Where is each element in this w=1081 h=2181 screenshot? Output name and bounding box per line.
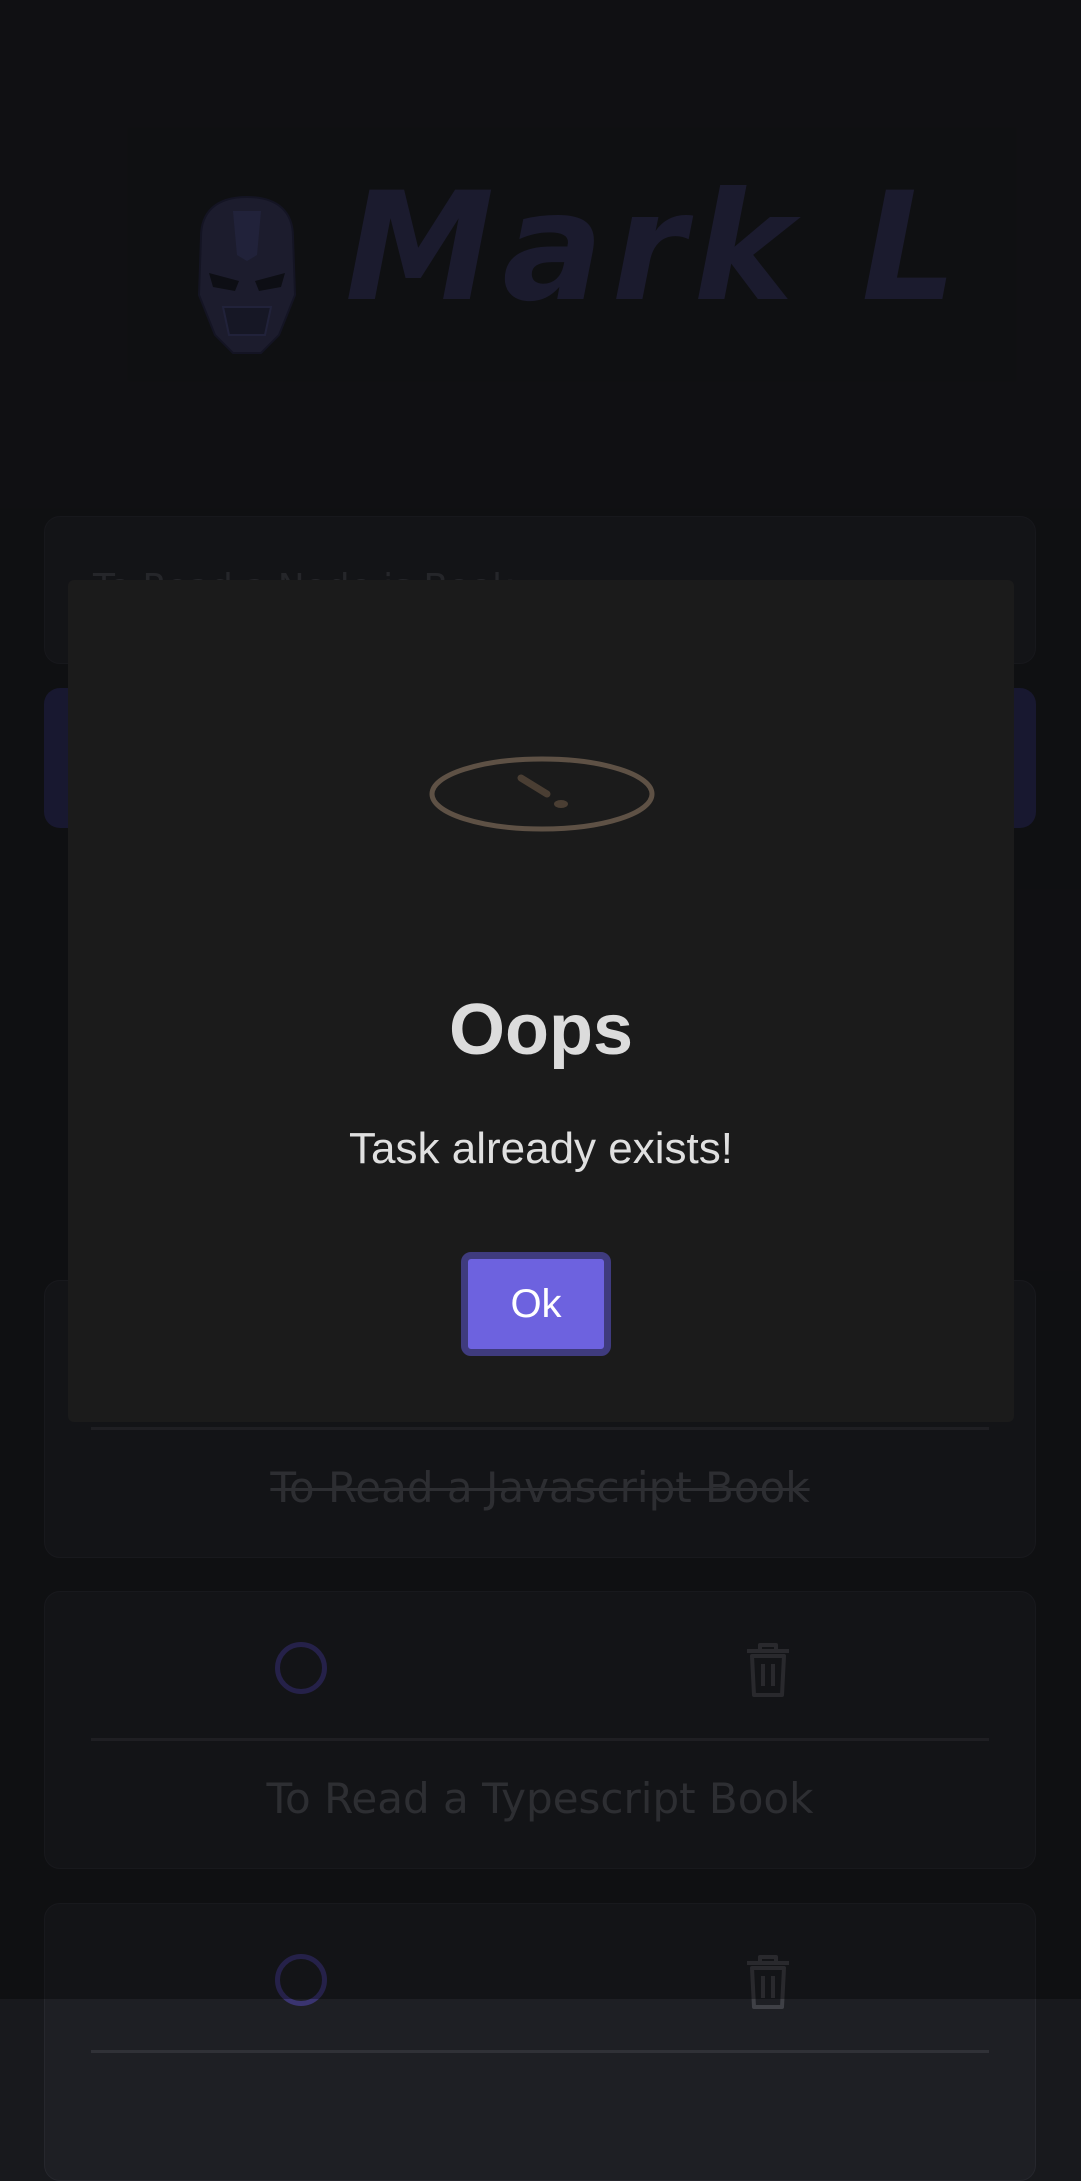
card-divider	[91, 2050, 989, 2053]
app-screen: Mark L To Read a Node.js Book To Read a …	[0, 0, 1081, 2181]
warning-icon	[429, 756, 655, 832]
ok-button[interactable]: Ok	[461, 1252, 611, 1356]
dialog-message: Task already exists!	[349, 1124, 733, 1173]
alert-dialog: Oops Task already exists! Ok	[68, 580, 1014, 1422]
dialog-title: Oops	[448, 990, 633, 1070]
